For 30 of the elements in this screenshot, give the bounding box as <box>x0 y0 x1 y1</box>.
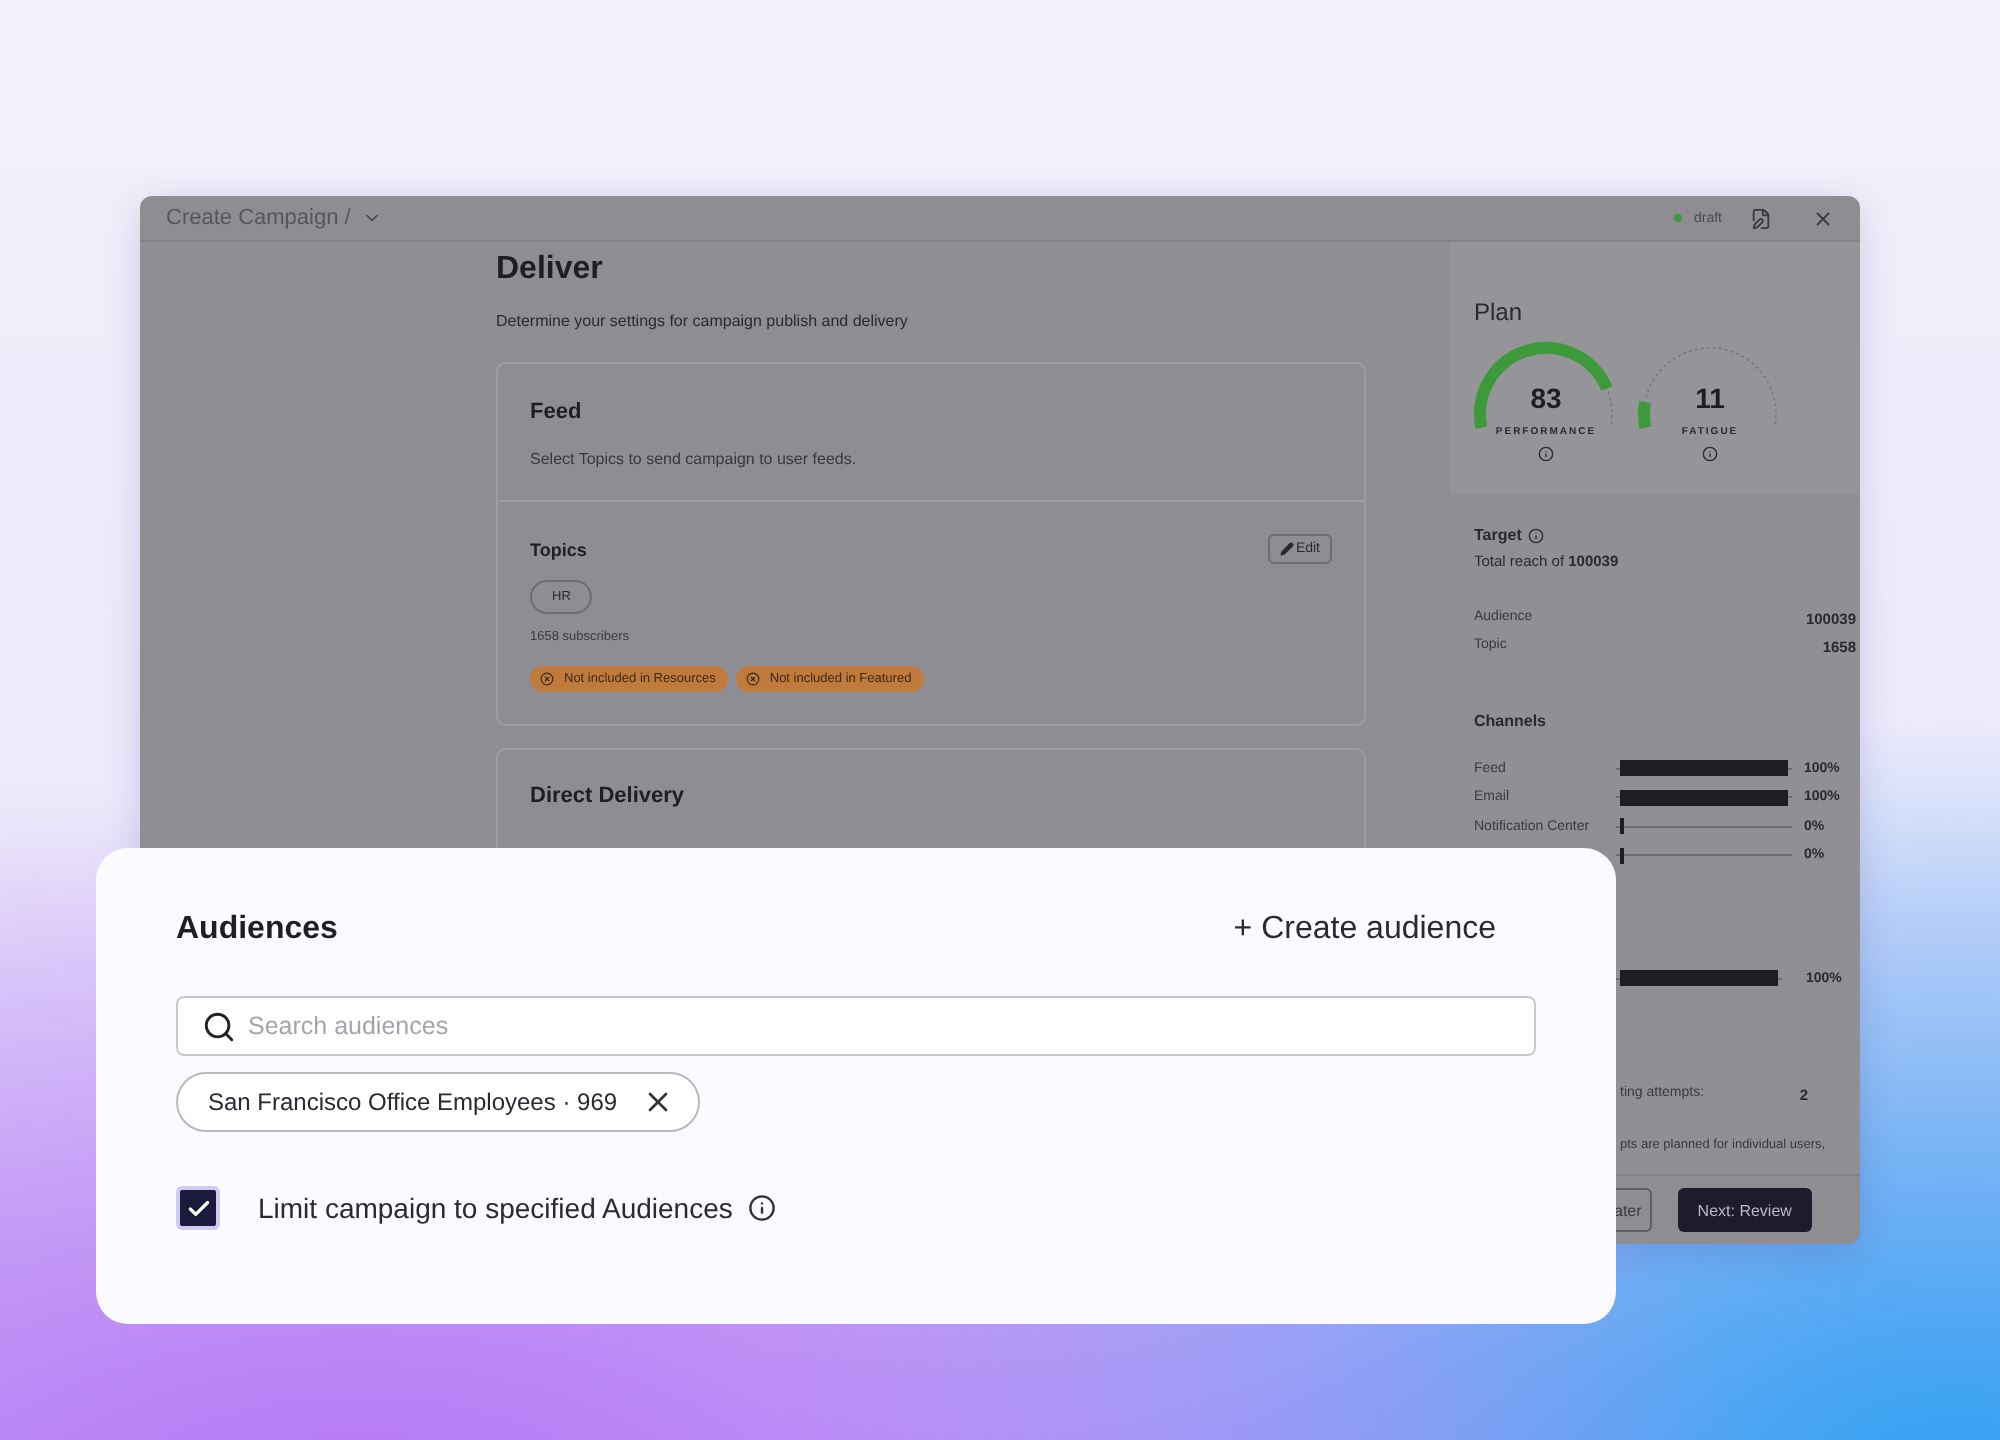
create-audience-button[interactable]: + Create audience <box>1233 912 1496 948</box>
info-icon[interactable] <box>1538 446 1554 462</box>
page-subtitle: Determine your settings for campaign publish and delivery <box>496 312 910 330</box>
checkbox[interactable] <box>176 1186 220 1230</box>
check-icon <box>185 1195 211 1221</box>
target-title: Target <box>1474 526 1522 544</box>
gauge-value: 83 <box>1530 382 1562 414</box>
circle-x-icon <box>745 672 760 686</box>
audiences-title: Audiences <box>176 912 338 948</box>
search-icon <box>202 1009 236 1043</box>
plan-title: Plan <box>1474 298 1525 326</box>
checkbox-label[interactable]: Limit campaign to specified Audiences <box>258 1192 733 1224</box>
info-icon[interactable] <box>1702 446 1718 462</box>
audience-chip-label: San Francisco Office Employees · 969 <box>208 1088 618 1116</box>
topics-title: Topics <box>530 539 587 559</box>
gauge-value: 11 <box>1695 382 1725 414</box>
gauge-track <box>1643 347 1777 429</box>
circle-x-icon <box>540 672 554 686</box>
close-icon[interactable] <box>1812 207 1834 229</box>
info-icon[interactable] <box>748 1194 777 1222</box>
section-title: Feed <box>530 400 584 424</box>
next-button[interactable]: Next: Review <box>1677 1188 1812 1232</box>
search-input[interactable]: Search audiences <box>244 1010 1510 1042</box>
channels-title: Channels <box>1474 712 1547 730</box>
section-title: Direct Delivery <box>530 784 687 808</box>
pencil-icon <box>1279 542 1294 556</box>
gauge-fill <box>1638 401 1652 429</box>
search-field[interactable]: Search audiences <box>176 996 1536 1056</box>
page-title: Deliver <box>496 252 605 288</box>
section-description: Select Topics to send campaign to user feeds. <box>530 450 859 468</box>
